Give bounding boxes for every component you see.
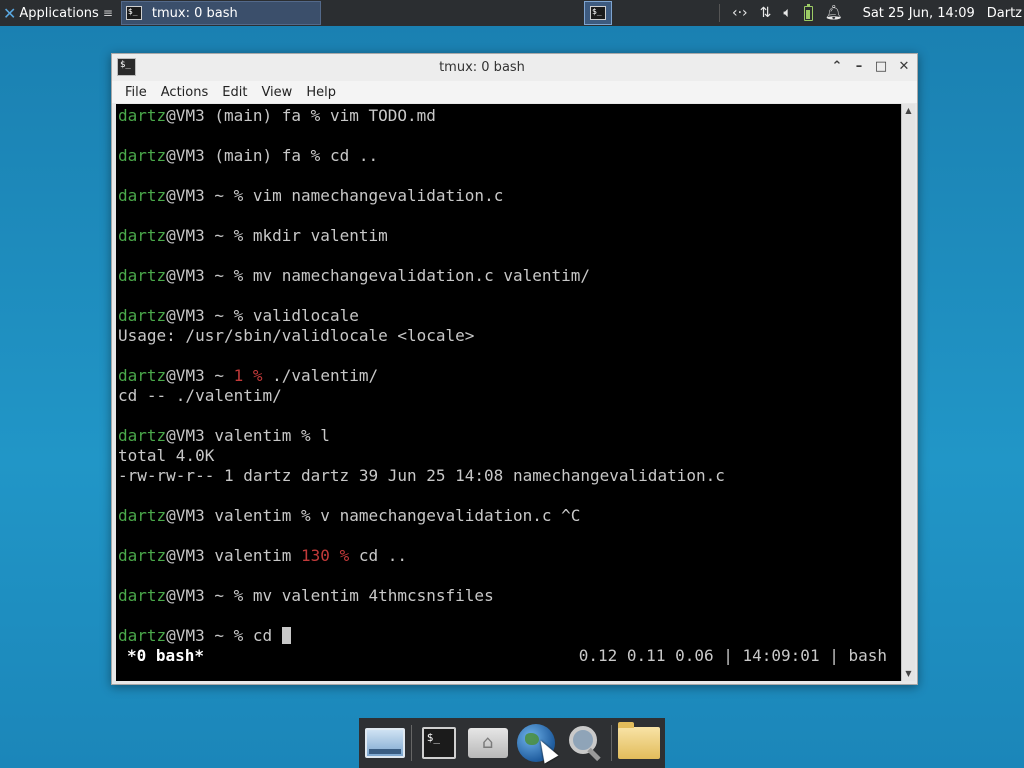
window-title: tmux: 0 bash	[439, 60, 525, 75]
app-finder-icon	[565, 723, 605, 763]
minimize-button[interactable]: –	[850, 58, 868, 76]
terminal-icon: $_	[421, 727, 456, 759]
terminal-window: $_ tmux: 0 bash ⌃ – □ ✕ File Actions Edi…	[111, 53, 918, 685]
app-finder-launcher[interactable]	[562, 720, 608, 766]
network-icon[interactable]: ‹·›	[732, 5, 748, 21]
terminal-output-line: -rw-rw-r-- 1 dartz dartz 39 Jun 25 14:08…	[118, 466, 725, 485]
battery-icon[interactable]	[803, 3, 813, 21]
tmux-window-list: *0 bash*	[127, 646, 205, 665]
terminal-icon: $_	[125, 6, 142, 20]
bell-icon[interactable]: 🔔︎	[825, 5, 843, 21]
terminal-output[interactable]: dartz@VM3 (main) fa % vim TODO.md dartz@…	[116, 104, 901, 681]
user-menu[interactable]: Dartz	[987, 6, 1022, 21]
terminal-line: dartz@VM3 ~ % validlocale	[118, 306, 359, 325]
scroll-up-icon[interactable]: ▲	[902, 104, 915, 118]
terminal-line: dartz@VM3 valentim % l	[118, 426, 330, 445]
workspace-switcher[interactable]: $_	[584, 1, 612, 25]
terminal-launcher[interactable]: $_	[416, 720, 462, 766]
terminal-output-line: total 4.0K	[118, 446, 215, 465]
show-desktop-button[interactable]	[362, 720, 408, 766]
close-button[interactable]: ✕	[895, 58, 913, 76]
taskbar-window-button[interactable]: $_ tmux: 0 bash	[120, 1, 321, 25]
volume-icon[interactable]: 🔈︎	[783, 5, 791, 21]
terminal-line: dartz@VM3 ~ % mv namechangevalidation.c …	[118, 266, 591, 285]
dock-panel: $_	[359, 718, 665, 768]
updown-arrows-icon[interactable]: ⇅	[760, 5, 772, 21]
files-folder-icon	[618, 722, 661, 759]
dock-separator	[611, 725, 613, 761]
top-panel: ✕ Applications ≡ $_ tmux: 0 bash $_ ‹·› …	[0, 0, 1024, 26]
show-desktop-icon	[364, 728, 405, 758]
text-cursor	[281, 627, 291, 644]
terminal-output-line: Usage: /usr/sbin/validlocale <locale>	[118, 326, 475, 345]
applications-menu-button[interactable]: ✕ Applications ≡	[0, 0, 119, 26]
system-tray: ‹·› ⇅ 🔈︎ 🔔︎ Sat 25 Jun, 14:09 Dartz	[713, 0, 1024, 26]
window-title-bar[interactable]: $_ tmux: 0 bash ⌃ – □ ✕	[112, 54, 917, 81]
clock[interactable]: Sat 25 Jun, 14:09	[863, 6, 975, 21]
xfce-logo-icon: ✕	[3, 3, 17, 23]
terminal-icon: $_	[590, 6, 606, 20]
terminal-line: dartz@VM3 (main) fa % vim TODO.md	[118, 106, 436, 125]
terminal-line: dartz@VM3 (main) fa % cd ..	[118, 146, 379, 165]
menu-view[interactable]: View	[254, 85, 299, 100]
scroll-down-icon[interactable]: ▼	[902, 667, 915, 681]
applications-menu-label: Applications	[19, 5, 99, 21]
files-folder-launcher[interactable]	[616, 720, 662, 766]
vertical-scrollbar[interactable]: ▲ ▼	[901, 104, 915, 681]
terminal-line: dartz@VM3 ~ % mkdir valentim	[118, 226, 388, 245]
shade-button[interactable]: ⌃	[828, 58, 846, 76]
terminal-line: dartz@VM3 ~ % mv valentim 4thmcsnsfiles	[118, 586, 494, 605]
menu-help[interactable]: Help	[299, 85, 343, 100]
menu-edit[interactable]: Edit	[215, 85, 254, 100]
terminal-line: dartz@VM3 valentim % v namechangevalidat…	[118, 506, 581, 525]
home-folder-launcher[interactable]	[465, 720, 511, 766]
terminal-output-line: cd -- ./valentim/	[118, 386, 282, 405]
terminal-line: dartz@VM3 ~ % vim namechangevalidation.c	[118, 186, 504, 205]
menu-bar: File Actions Edit View Help	[112, 81, 917, 103]
dock-separator	[410, 725, 412, 761]
menu-handle-icon: ≡	[102, 6, 113, 20]
menu-file[interactable]: File	[112, 85, 154, 100]
maximize-button[interactable]: □	[872, 58, 890, 76]
tmux-status-info: 0.12 0.11 0.06 | 14:09:01 | bash	[578, 646, 887, 665]
terminal-line: dartz@VM3 ~ % cd	[118, 626, 291, 646]
home-folder-icon	[467, 728, 508, 758]
terminal-line: dartz@VM3 valentim 130 % cd ..	[118, 546, 407, 565]
panel-separator	[719, 4, 720, 22]
taskbar-window-label: tmux: 0 bash	[151, 5, 238, 21]
menu-actions[interactable]: Actions	[154, 85, 216, 100]
terminal-line: dartz@VM3 ~ 1 % ./valentim/	[118, 366, 379, 385]
